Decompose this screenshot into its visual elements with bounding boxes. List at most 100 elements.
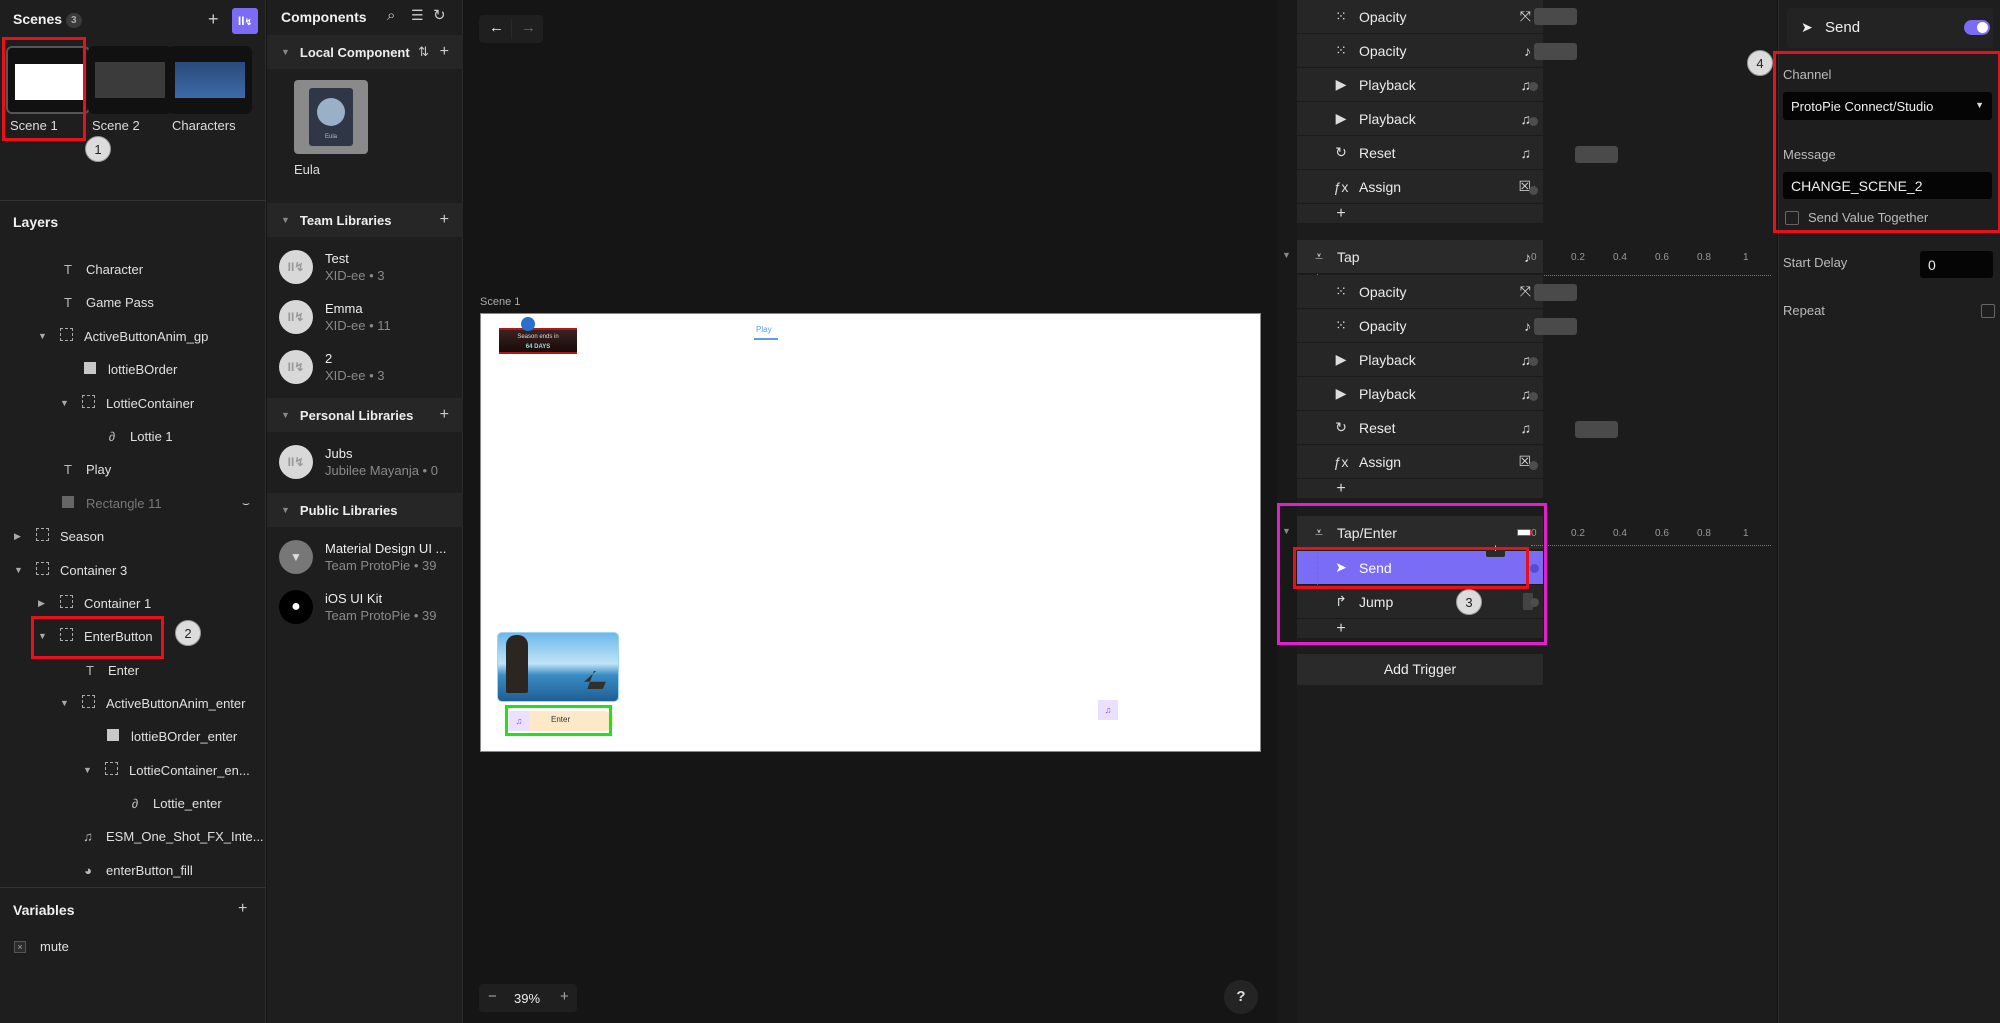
collapse-icon[interactable]: ▶	[38, 598, 50, 609]
collapse-icon[interactable]: ▼	[281, 47, 290, 57]
enable-toggle[interactable]	[1964, 20, 1990, 35]
layer-item[interactable]: T Enter	[80, 657, 139, 683]
season-banner[interactable]: Season ends in 64 DAYS	[499, 328, 577, 354]
timeline-bar[interactable]	[1534, 43, 1577, 60]
mute-toggle-music-icon[interactable]: ♫	[1098, 700, 1118, 720]
zoom-level[interactable]: 39%	[514, 991, 540, 1006]
collapse-icon[interactable]: ▶	[14, 531, 26, 542]
layer-item[interactable]: T Character	[58, 256, 143, 282]
layer-item-hidden[interactable]: Rectangle 11	[58, 490, 162, 516]
library-item[interactable]: II↯ Emma XID-ee • 11	[279, 300, 391, 334]
public-libraries-section[interactable]: ▼ Public Libraries	[267, 493, 463, 527]
add-response-button[interactable]: +	[1331, 480, 1351, 498]
list-icon[interactable]: ☰	[411, 7, 424, 24]
library-item[interactable]: II↯ Test XID-ee • 3	[279, 250, 384, 284]
layer-item[interactable]: ▼ ActiveButtonAnim_enter	[60, 690, 245, 716]
layer-item[interactable]: ▼ LottieContainer	[60, 390, 194, 416]
library-item[interactable]: ● iOS UI Kit Team ProtoPie • 39	[279, 590, 437, 624]
add-personal-library-button[interactable]: +	[440, 406, 449, 424]
timeline-bar[interactable]	[1534, 8, 1577, 25]
sort-icon[interactable]: ⇅	[418, 44, 429, 60]
layer-item[interactable]: lottieBOrder_enter	[103, 723, 237, 749]
layer-item[interactable]: ▶ Season	[14, 523, 104, 549]
timeline-bar[interactable]	[1575, 421, 1618, 438]
response-row[interactable]: ƒx Assign ☒	[1297, 170, 1543, 204]
add-component-button[interactable]: +	[440, 43, 449, 61]
response-row[interactable]: ▶ Playback ♫	[1297, 68, 1543, 102]
refresh-icon[interactable]: ↻	[433, 6, 446, 24]
play-text[interactable]: Play	[756, 325, 772, 334]
layer-item[interactable]: ◕ enterButton_fill	[78, 857, 193, 883]
variable-item-mute[interactable]: mute	[40, 939, 69, 954]
layer-item[interactable]: lottieBOrder	[80, 356, 177, 382]
team-libraries-section[interactable]: ▼ Team Libraries +	[267, 203, 463, 237]
library-icon[interactable]: II↯	[232, 8, 258, 34]
layer-item[interactable]: T Play	[58, 456, 111, 482]
timeline-dot[interactable]	[1529, 392, 1538, 401]
response-row[interactable]: ⁙ Opacity ♪	[1297, 309, 1543, 343]
layer-item[interactable]: ▶ Container 1	[38, 590, 151, 616]
component-card-eula[interactable]: Eula	[294, 80, 368, 154]
help-button[interactable]: ?	[1224, 980, 1258, 1014]
add-response-button[interactable]: +	[1331, 205, 1351, 223]
layer-item[interactable]: ▼ ActiveButtonAnim_gp	[38, 323, 208, 349]
collapse-icon[interactable]: ▼	[1282, 250, 1291, 260]
add-team-library-button[interactable]: +	[440, 211, 449, 229]
expand-icon[interactable]: ▼	[38, 331, 50, 341]
add-trigger-button[interactable]: Add Trigger	[1297, 654, 1543, 685]
collapse-icon[interactable]: ▼	[281, 505, 290, 515]
expand-icon[interactable]: ▼	[14, 565, 26, 575]
timeline-dot[interactable]	[1529, 357, 1538, 366]
add-response-row[interactable]: +	[1297, 479, 1543, 499]
library-item[interactable]: II↯ 2 XID-ee • 3	[279, 350, 384, 384]
response-row[interactable]: ▶ Playback ♫	[1297, 343, 1543, 377]
timeline-bar[interactable]	[1534, 318, 1577, 335]
scene-item-scene-2[interactable]: Scene 2	[88, 46, 172, 133]
artboard-scene-1[interactable]: Season ends in 64 DAYS Play ♫ Enter ♫	[480, 313, 1261, 752]
timeline-bar[interactable]	[1534, 284, 1577, 301]
hidden-eye-icon[interactable]: ⌣	[242, 496, 250, 511]
response-row[interactable]: ƒx Assign ☒	[1297, 445, 1543, 479]
layer-item[interactable]: ▼ LottieContainer_en...	[83, 757, 250, 783]
repeat-checkbox[interactable]	[1981, 304, 1995, 318]
zoom-in-button[interactable]: +	[560, 988, 569, 1005]
timeline-dot[interactable]	[1529, 461, 1538, 470]
timeline-dot[interactable]	[1529, 117, 1538, 126]
response-row[interactable]: ⁙ Opacity ⤧	[1297, 0, 1543, 34]
back-arrow-icon[interactable]: ←	[489, 19, 504, 36]
start-delay-input[interactable]: 0	[1920, 251, 1993, 278]
scene-item-characters[interactable]: Characters	[168, 46, 252, 133]
response-row[interactable]: ↻ Reset ♫	[1297, 411, 1543, 445]
response-row[interactable]: ⁙ Opacity ♪	[1297, 34, 1543, 68]
expand-icon[interactable]: ▼	[60, 398, 72, 408]
collapse-icon[interactable]: ▼	[281, 215, 290, 225]
timeline-bar[interactable]	[1575, 146, 1618, 163]
response-row[interactable]: ⁙ Opacity ⤧	[1297, 275, 1543, 309]
zoom-out-button[interactable]: −	[488, 988, 497, 1005]
layer-item[interactable]: ∂ Lottie_enter	[125, 790, 222, 816]
layer-item[interactable]: ♫ ESM_One_Shot_FX_Inte...	[78, 823, 263, 849]
timeline-dot[interactable]	[1529, 82, 1538, 91]
add-response-row[interactable]: +	[1297, 204, 1543, 224]
forward-arrow-icon[interactable]: →	[521, 19, 536, 36]
collapse-icon[interactable]: ▼	[281, 410, 290, 420]
layer-item[interactable]: ▼ Container 3	[14, 557, 127, 583]
timeline-dot[interactable]	[1529, 186, 1538, 195]
response-row[interactable]: ↻ Reset ♫	[1297, 136, 1543, 170]
personal-libraries-section[interactable]: ▼ Personal Libraries +	[267, 398, 463, 432]
expand-icon[interactable]: ▼	[83, 765, 95, 775]
library-item[interactable]: II↯ Jubs Jubilee Mayanja • 0	[279, 445, 438, 479]
send-value-checkbox[interactable]	[1785, 211, 1799, 225]
island-image[interactable]	[497, 632, 619, 702]
layer-item[interactable]: ∂ Lottie 1	[102, 423, 173, 449]
response-row[interactable]: ▶ Playback ♫	[1297, 102, 1543, 136]
add-scene-button[interactable]: +	[208, 9, 219, 30]
search-icon[interactable]: ⌕	[387, 7, 395, 24]
library-item[interactable]: ▼ Material Design UI ... Team ProtoPie • 3…	[279, 540, 446, 574]
trigger-tap[interactable]: ⩡ Tap ♪	[1297, 240, 1543, 274]
expand-icon[interactable]: ▼	[60, 698, 72, 708]
message-input[interactable]: CHANGE_SCENE_2	[1783, 172, 1992, 199]
layer-item[interactable]: T Game Pass	[58, 289, 154, 315]
channel-select[interactable]: ProtoPie Connect/Studio ▼	[1783, 92, 1992, 120]
local-component-section[interactable]: ▼ Local Component ⇅ +	[267, 35, 463, 69]
